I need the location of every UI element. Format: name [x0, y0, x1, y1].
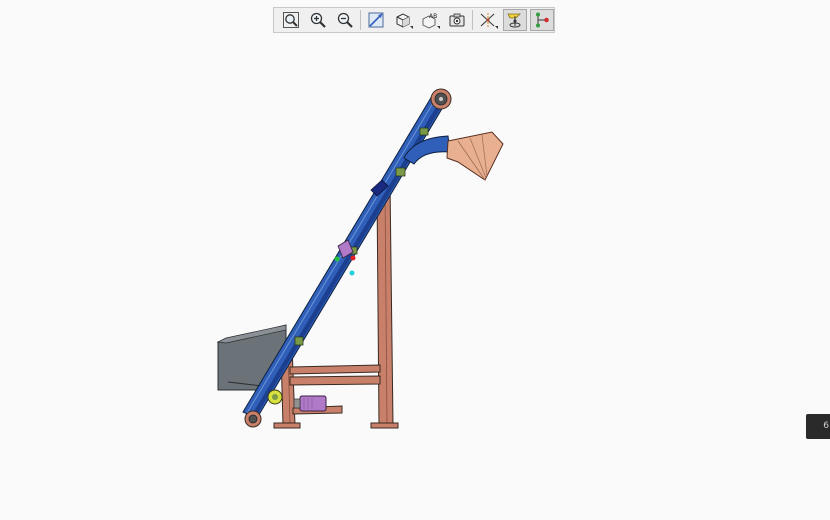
side-panel-tab-label: 6 [823, 421, 829, 431]
head-pulley[interactable] [430, 88, 452, 110]
discharge-chute[interactable] [446, 131, 504, 181]
conveyor-model[interactable] [0, 0, 830, 520]
tail-pulley[interactable] [244, 410, 262, 428]
model-viewport[interactable]: AB 6 [0, 0, 830, 520]
side-panel-tab[interactable]: 6 [806, 414, 830, 439]
